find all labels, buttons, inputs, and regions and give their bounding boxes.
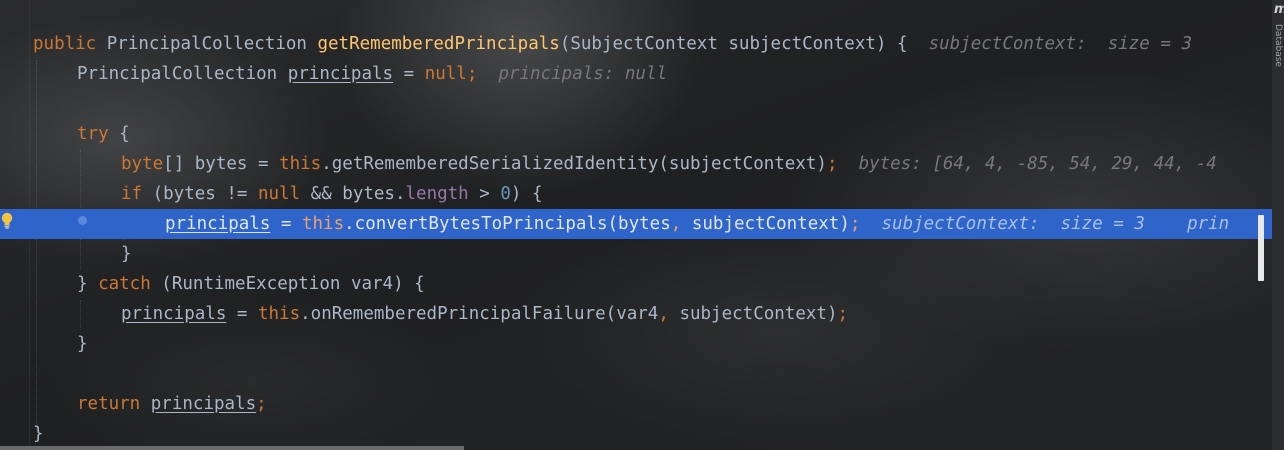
brace: {: [108, 124, 130, 144]
indent-guide: [80, 300, 82, 330]
method-call: .getRememberedSerializedIdentity(subject…: [321, 154, 827, 174]
brace: }: [121, 244, 132, 264]
inline-debug-hint: bytes: [64, 4, -85, 54, 29, 44, -4: [858, 154, 1217, 174]
argument: subjectContext): [668, 304, 838, 324]
comma: ,: [670, 214, 682, 234]
horizontal-scrollbar-thumb[interactable]: [0, 446, 464, 450]
declaration-text: [] bytes =: [163, 154, 280, 174]
code-line-bytes-declaration[interactable]: byte[] bytes = this.getRememberedSeriali…: [0, 149, 1217, 179]
keyword-catch: catch: [98, 274, 151, 294]
vertical-scrollbar-thumb[interactable]: [1258, 215, 1264, 281]
code-line-catch[interactable]: } catch (RuntimeException var4) {: [0, 269, 425, 299]
inline-debug-hint: subjectContext: size = 3: [881, 214, 1145, 234]
keyword-byte: byte: [121, 154, 164, 174]
semicolon: ;: [837, 304, 849, 324]
keyword-null: null;: [424, 64, 478, 84]
condition-text: && bytes.: [300, 184, 406, 204]
keyword-this: this: [301, 214, 345, 234]
inline-debug-hint: subjectContext: size = 3: [928, 34, 1192, 54]
keyword-null: null: [257, 184, 301, 204]
operator: =: [270, 214, 302, 234]
code-line-method-close[interactable]: }: [0, 419, 44, 449]
code-line-try[interactable]: try {: [0, 119, 130, 149]
inline-debug-hint: principals: null: [498, 64, 668, 84]
brace: }: [77, 334, 88, 354]
keyword-return: return: [77, 394, 141, 414]
parameter-list: (SubjectContext subjectContext) {: [559, 34, 929, 54]
method-name: getRememberedPrincipals: [317, 34, 560, 54]
code-line-if[interactable]: if (bytes != null && bytes.length > 0) {: [0, 179, 542, 209]
brace: }: [33, 424, 44, 444]
operator: >: [468, 184, 501, 204]
code-line-return[interactable]: return principals;: [0, 389, 267, 419]
brace: ) {: [510, 184, 543, 204]
code-line-if-close[interactable]: }: [0, 239, 132, 269]
lightbulb-icon[interactable]: [0, 212, 14, 230]
type-name: PrincipalCollection: [77, 64, 288, 84]
code-line-principals-declaration[interactable]: PrincipalCollection principals = null; p…: [0, 59, 667, 89]
method-call: .onRememberedPrincipalFailure(var4: [300, 304, 659, 324]
comma: ,: [658, 304, 669, 324]
catch-clause: (RuntimeException var4) {: [150, 274, 425, 294]
field-length: length: [405, 184, 469, 204]
semicolon: ;: [849, 214, 861, 234]
variable-principals: principals: [150, 394, 257, 414]
return-type: PrincipalCollection: [96, 34, 318, 54]
code-line-method-signature[interactable]: public PrincipalCollection getRemembered…: [0, 29, 1192, 59]
inline-debug-hint-truncated: prin: [1187, 214, 1230, 234]
brace: }: [77, 274, 99, 294]
operator: =: [393, 64, 425, 84]
maven-tool-button[interactable]: m: [1274, 2, 1284, 17]
right-tool-strip: m Database: [1272, 0, 1284, 450]
code-line-try-close[interactable]: }: [0, 329, 88, 359]
condition-text: (bytes !=: [142, 184, 258, 204]
argument: subjectContext): [681, 214, 850, 234]
semicolon: ;: [826, 154, 838, 174]
number-literal: 0: [500, 184, 511, 204]
variable-principals: principals: [287, 64, 394, 84]
code-editor[interactable]: public PrincipalCollection getRemembered…: [0, 0, 1284, 450]
database-tool-button[interactable]: Database: [1273, 24, 1283, 67]
keyword-public: public: [33, 34, 97, 54]
code-line-failure[interactable]: principals = this.onRememberedPrincipalF…: [0, 299, 848, 329]
execution-point-marker: [78, 216, 87, 225]
method-call: .convertBytesToPrincipals(bytes: [344, 214, 671, 234]
keyword-try: try: [77, 124, 109, 144]
keyword-this: this: [257, 304, 301, 324]
variable-principals: principals: [121, 304, 227, 324]
semicolon: ;: [256, 394, 267, 414]
operator: =: [226, 304, 258, 324]
keyword-if: if: [121, 184, 143, 204]
keyword-this: this: [279, 154, 322, 174]
variable-principals: principals: [165, 214, 271, 234]
